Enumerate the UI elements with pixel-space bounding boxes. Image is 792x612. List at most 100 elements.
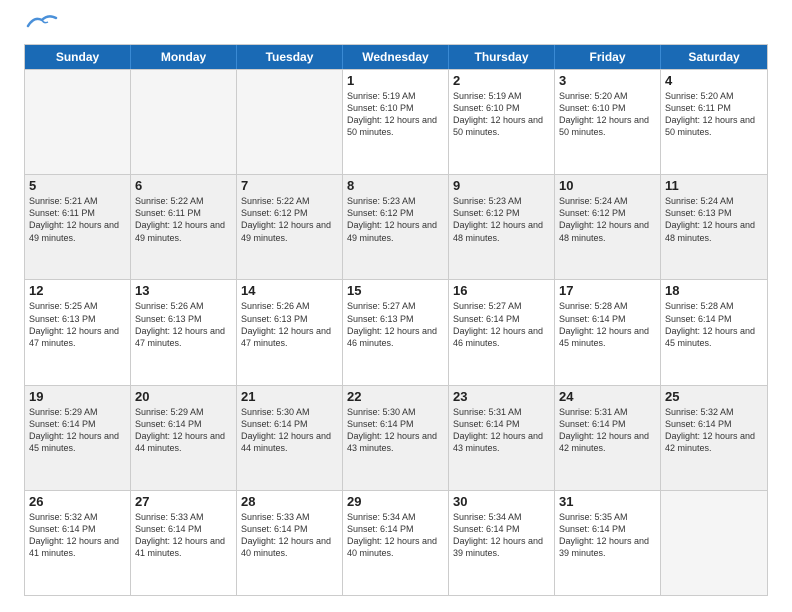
sunrise-text: Sunrise: 5:30 AM [241, 407, 310, 417]
day-number: 29 [347, 494, 444, 509]
header [24, 20, 768, 34]
day-number: 28 [241, 494, 338, 509]
day-number: 9 [453, 178, 550, 193]
sunset-text: Sunset: 6:13 PM [241, 314, 308, 324]
day-info: Sunrise: 5:19 AM Sunset: 6:10 PM Daylight:… [453, 90, 550, 139]
day-of-week-saturday: Saturday [661, 45, 767, 69]
daylight-text: Daylight: 12 hours and 42 minutes. [559, 431, 649, 453]
day-info: Sunrise: 5:20 AMSunset: 6:10 PMDaylight:… [559, 90, 656, 139]
day-number: 27 [135, 494, 232, 509]
day-cell-4: 4Sunrise: 5:20 AMSunset: 6:11 PMDaylight… [661, 70, 767, 174]
day-of-week-tuesday: Tuesday [237, 45, 343, 69]
day-number: 6 [135, 178, 232, 193]
sunset-text: Sunset: 6:13 PM [29, 314, 96, 324]
empty-cell [661, 491, 767, 595]
day-cell-19: 19Sunrise: 5:29 AMSunset: 6:14 PMDayligh… [25, 386, 131, 490]
sunrise-text: Sunrise: 5:19 AM [453, 91, 522, 101]
day-number: 21 [241, 389, 338, 404]
sunrise-text: Sunrise: 5:28 AM [665, 301, 734, 311]
day-number: 5 [29, 178, 126, 193]
day-cell-27: 27 Sunrise: 5:33 AMSunset: 6:14 PMDayligh… [131, 491, 237, 595]
day-info: Sunrise: 5:31 AM Sunset: 6:14 PM Daylight:… [559, 406, 656, 455]
sunset-text: Sunset: 6:12 PM [347, 208, 414, 218]
day-number: 20 [135, 389, 232, 404]
daylight-text: Daylight: 12 hours and 49 minutes. [347, 220, 437, 242]
sunset-text: Sunset: 6:10 PM [453, 103, 520, 113]
day-number: 25 [665, 389, 763, 404]
day-number: 11 [665, 178, 763, 193]
sunset-text: Sunset: 6:13 PM [135, 314, 202, 324]
sunset-text: Sunset: 6:14 PM [559, 419, 626, 429]
sunrise-text: Sunrise: 5:34 AM [453, 512, 522, 522]
day-info: Sunrise: 5:28 AMSunset: 6:14 PMDaylight:… [665, 300, 763, 349]
daylight-text: Daylight: 12 hours and 41 minutes. [135, 536, 225, 558]
sunrise-text: Sunrise: 5:27 AM [347, 301, 416, 311]
sunrise-text: Sunrise: 5:26 AM [241, 301, 310, 311]
sunrise-text: Sunrise: 5:24 AM [665, 196, 734, 206]
sunset-text: Sunset: 6:10 PM [559, 103, 626, 113]
day-cell-29: 29 Sunrise: 5:34 AMSunset: 6:14 PMDayligh… [343, 491, 449, 595]
day-number: 18 [665, 283, 763, 298]
day-info: Sunrise: 5:30 AMSunset: 6:14 PMDaylight:… [241, 406, 338, 455]
day-cell-13: 13Sunrise: 5:26 AMSunset: 6:13 PMDayligh… [131, 280, 237, 384]
day-cell-21: 21Sunrise: 5:30 AMSunset: 6:14 PMDayligh… [237, 386, 343, 490]
sunset-text: Sunset: 6:14 PM [241, 524, 308, 534]
day-info: Sunrise: 5:32 AMSunset: 6:14 PMDaylight:… [665, 406, 763, 455]
daylight-text: Daylight: 12 hours and 50 minutes. [453, 115, 543, 137]
sunset-text: Sunset: 6:14 PM [559, 314, 626, 324]
daylight-text: Daylight: 12 hours and 42 minutes. [665, 431, 755, 453]
day-number: 12 [29, 283, 126, 298]
daylight-text: Daylight: 12 hours and 39 minutes. [559, 536, 649, 558]
sunrise-text: Sunrise: 5:32 AM [29, 512, 98, 522]
day-number: 8 [347, 178, 444, 193]
calendar-week-1: 1Sunrise: 5:19 AMSunset: 6:10 PMDaylight… [25, 69, 767, 174]
sunset-text: Sunset: 6:14 PM [135, 419, 202, 429]
daylight-text: Daylight: 12 hours and 43 minutes. [347, 431, 437, 453]
day-of-week-thursday: Thursday [449, 45, 555, 69]
day-cell-7: 7Sunrise: 5:22 AMSunset: 6:12 PMDaylight… [237, 175, 343, 279]
daylight-text: Daylight: 12 hours and 50 minutes. [347, 115, 437, 137]
day-number: 10 [559, 178, 656, 193]
day-cell-31: 31Sunrise: 5:35 AMSunset: 6:14 PMDayligh… [555, 491, 661, 595]
day-cell-18: 18 Sunrise: 5:28 AMSunset: 6:14 PMDayligh… [661, 280, 767, 384]
daylight-text: Daylight: 12 hours and 41 minutes. [29, 536, 119, 558]
sunset-text: Sunset: 6:14 PM [135, 524, 202, 534]
calendar: SundayMondayTuesdayWednesdayThursdayFrid… [24, 44, 768, 596]
sunset-text: Sunset: 6:14 PM [453, 419, 520, 429]
sunrise-text: Sunrise: 5:32 AM [665, 407, 734, 417]
sunset-text: Sunset: 6:13 PM [665, 208, 732, 218]
sunrise-text: Sunrise: 5:26 AM [135, 301, 204, 311]
day-cell-16: 16Sunrise: 5:27 AMSunset: 6:14 PMDayligh… [449, 280, 555, 384]
daylight-text: Daylight: 12 hours and 49 minutes. [29, 220, 119, 242]
day-info: Sunrise: 5:35 AMSunset: 6:14 PMDaylight:… [559, 511, 656, 560]
day-cell-25: 25 Sunrise: 5:32 AMSunset: 6:14 PMDayligh… [661, 386, 767, 490]
day-info: Sunrise: 5:33 AMSunset: 6:14 PMDaylight:… [135, 511, 232, 560]
day-info: Sunrise: 5:34 AMSunset: 6:14 PMDaylight:… [347, 511, 444, 560]
day-cell-11: 11Sunrise: 5:24 AMSunset: 6:13 PMDayligh… [661, 175, 767, 279]
sunset-text: Sunset: 6:13 PM [347, 314, 414, 324]
day-number: 24 [559, 389, 656, 404]
daylight-text: Daylight: 12 hours and 46 minutes. [347, 326, 437, 348]
day-cell-2: 2Sunrise: 5:19 AMSunset: 6:10 PMDaylight… [449, 70, 555, 174]
sunrise-text: Sunrise: 5:30 AM [347, 407, 416, 417]
day-info: Sunrise: 5:27 AMSunset: 6:14 PMDaylight:… [453, 300, 550, 349]
sunrise-text: Sunrise: 5:24 AM [559, 196, 628, 206]
empty-cell [131, 70, 237, 174]
sunset-text: Sunset: 6:12 PM [453, 208, 520, 218]
sunrise-text: Sunrise: 5:23 AM [453, 196, 522, 206]
daylight-text: Daylight: 12 hours and 49 minutes. [241, 220, 331, 242]
daylight-text: Daylight: 12 hours and 40 minutes. [241, 536, 331, 558]
sunset-text: Sunset: 6:14 PM [241, 419, 308, 429]
day-info: Sunrise: 5:32 AMSunset: 6:14 PMDaylight:… [29, 511, 126, 560]
day-info: Sunrise: 5:34 AMSunset: 6:14 PMDaylight:… [453, 511, 550, 560]
sunset-text: Sunset: 6:14 PM [347, 419, 414, 429]
day-info: Sunrise: 5:33 AMSunset: 6:14 PMDaylight:… [241, 511, 338, 560]
day-info: Sunrise: 5:24 AMSunset: 6:13 PMDaylight:… [665, 195, 763, 244]
sunset-text: Sunset: 6:14 PM [453, 524, 520, 534]
day-info: Sunrise: 5:22 AMSunset: 6:12 PMDaylight:… [241, 195, 338, 244]
sunrise-text: Sunrise: 5:31 AM [559, 407, 628, 417]
day-info: Sunrise: 5:25 AMSunset: 6:13 PMDaylight:… [29, 300, 126, 349]
day-info: Sunrise: 5:23 AMSunset: 6:12 PMDaylight:… [347, 195, 444, 244]
daylight-text: Daylight: 12 hours and 44 minutes. [135, 431, 225, 453]
day-info: Sunrise: 5:23 AMSunset: 6:12 PMDaylight:… [453, 195, 550, 244]
